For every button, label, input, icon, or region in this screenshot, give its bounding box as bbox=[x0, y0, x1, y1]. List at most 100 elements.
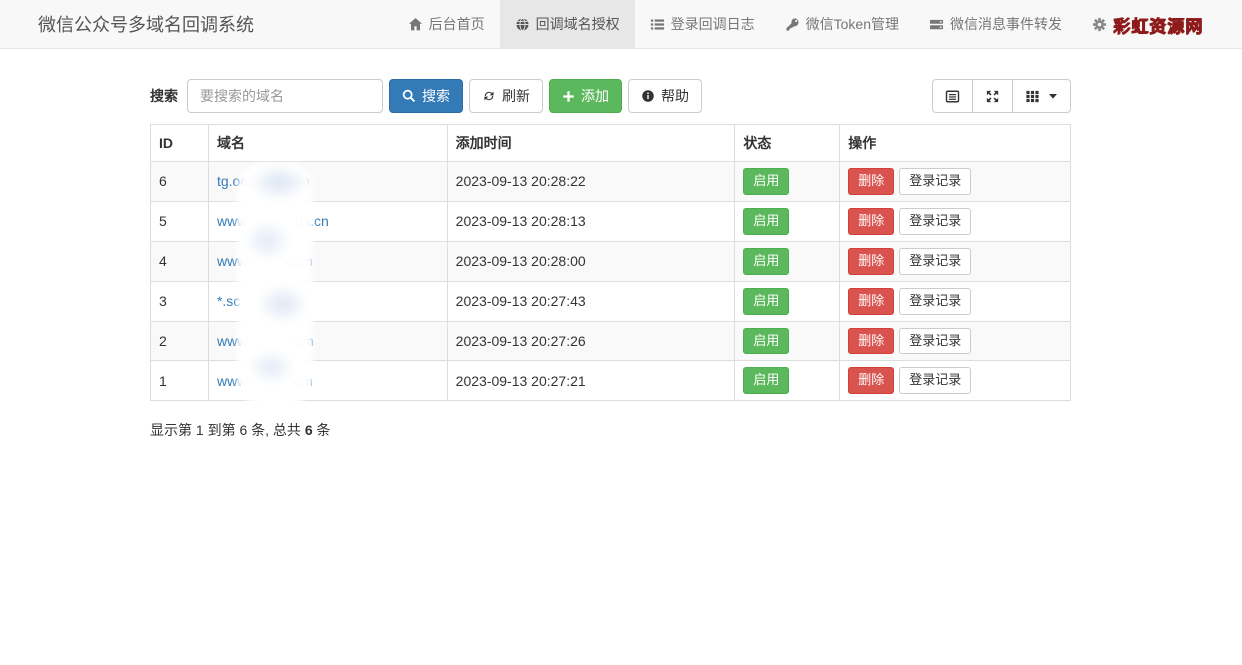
cell-add-time: 2023-09-13 20:28:00 bbox=[447, 241, 735, 281]
domain-visible-prefix: tg.oc bbox=[217, 173, 247, 189]
cell-status: 启用 bbox=[735, 162, 840, 202]
status-enabled-button[interactable]: 启用 bbox=[743, 168, 789, 195]
status-enabled-button[interactable]: 启用 bbox=[743, 208, 789, 235]
domain-link[interactable]: www.om bbox=[217, 373, 313, 389]
gear-icon bbox=[1092, 17, 1107, 32]
cell-domain: wwwcom bbox=[208, 241, 447, 281]
nav-item-message-forward[interactable]: 微信消息事件转发 bbox=[914, 0, 1077, 48]
delete-button[interactable]: 删除 bbox=[848, 248, 894, 275]
domain-visible-prefix: *.sc bbox=[217, 293, 240, 309]
domain-link[interactable]: wwwcom bbox=[217, 253, 313, 269]
login-records-button[interactable]: 登录记录 bbox=[899, 328, 971, 355]
refresh-button[interactable]: 刷新 bbox=[469, 79, 543, 113]
top-navbar: 微信公众号多域名回调系统 后台首页 回调域名授权 bbox=[0, 0, 1242, 49]
pagination-info-text: 显示第 1 到第 6 条, 总共 bbox=[150, 422, 305, 438]
main-nav: 后台首页 回调域名授权 登录回调日志 bbox=[393, 0, 1218, 48]
status-enabled-button[interactable]: 启用 bbox=[743, 248, 789, 275]
cell-id: 2 bbox=[151, 321, 209, 361]
home-icon bbox=[408, 17, 423, 32]
nav-item-callback-domains[interactable]: 回调域名授权 bbox=[500, 0, 635, 48]
cell-id: 4 bbox=[151, 241, 209, 281]
table-header: ID 域名 添加时间 状态 操作 bbox=[151, 125, 1071, 162]
search-label: 搜索 bbox=[150, 86, 178, 106]
status-enabled-button[interactable]: 启用 bbox=[743, 288, 789, 315]
delete-button[interactable]: 删除 bbox=[848, 367, 894, 394]
cell-actions: 删除登录记录 bbox=[840, 241, 1071, 281]
cell-domain: tg.oc com bbox=[208, 162, 447, 202]
table-row: 5 wwwds.cn 2023-09-13 20:28:13 启用 删除登录记录 bbox=[151, 201, 1071, 241]
login-records-button[interactable]: 登录记录 bbox=[899, 208, 971, 235]
table-row: 1www.om2023-09-13 20:27:21启用删除登录记录 bbox=[151, 361, 1071, 401]
cell-actions: 删除登录记录 bbox=[840, 361, 1071, 401]
col-header-status: 状态 bbox=[735, 125, 840, 162]
cell-add-time: 2023-09-13 20:28:13 bbox=[447, 201, 735, 241]
login-records-button[interactable]: 登录记录 bbox=[899, 288, 971, 315]
fullscreen-icon bbox=[985, 89, 1000, 104]
cell-status: 启用 bbox=[735, 201, 840, 241]
pagination-info: 显示第 1 到第 6 条, 总共 6 条 bbox=[150, 420, 1071, 440]
domains-table: ID 域名 添加时间 状态 操作 6tg.occom2023-09-13 20:… bbox=[150, 124, 1071, 401]
login-records-button[interactable]: 登录记录 bbox=[899, 168, 971, 195]
plus-icon bbox=[562, 90, 575, 103]
delete-button[interactable]: 删除 bbox=[848, 168, 894, 195]
login-records-button[interactable]: 登录记录 bbox=[899, 367, 971, 394]
table-row: 4 wwwcom 2023-09-13 20:28:00 启用 删除登录记录 bbox=[151, 241, 1071, 281]
nav-item-home[interactable]: 后台首页 bbox=[393, 0, 500, 48]
login-records-button[interactable]: 登录记录 bbox=[899, 248, 971, 275]
app-title: 微信公众号多域名回调系统 bbox=[0, 0, 254, 48]
cell-id: 5 bbox=[151, 201, 209, 241]
domain-redacted-gap bbox=[247, 262, 286, 263]
col-header-domain: 域名 bbox=[208, 125, 447, 162]
search-input[interactable] bbox=[187, 79, 383, 113]
pagination-toggle-button[interactable] bbox=[932, 79, 973, 113]
status-enabled-button[interactable]: 启用 bbox=[743, 367, 789, 394]
nav-item-settings-watermark[interactable]: 彩虹资源网 bbox=[1077, 0, 1218, 48]
domain-redacted-gap bbox=[247, 342, 294, 343]
add-button[interactable]: 添加 bbox=[549, 79, 622, 113]
nav-item-label: 回调域名授权 bbox=[536, 14, 620, 34]
delete-button[interactable]: 删除 bbox=[848, 208, 894, 235]
nav-item-label: 后台首页 bbox=[429, 14, 485, 34]
table-toolbar: 搜索 搜索 刷新 bbox=[150, 79, 1071, 113]
cell-add-time: 2023-09-13 20:27:43 bbox=[447, 281, 735, 321]
cell-id: 1 bbox=[151, 361, 209, 401]
columns-icon bbox=[1025, 89, 1040, 104]
domain-visible-suffix: com bbox=[286, 253, 312, 269]
cell-domain: wwwom bbox=[208, 321, 447, 361]
cell-domain: www.om bbox=[208, 361, 447, 401]
cell-actions: 删除登录记录 bbox=[840, 162, 1071, 202]
nav-item-token-manage[interactable]: 微信Token管理 bbox=[770, 0, 914, 48]
domain-link[interactable]: *.sc bbox=[217, 293, 240, 309]
content-area: 搜索 搜索 刷新 bbox=[150, 79, 1071, 440]
pagination-toggle-icon bbox=[945, 89, 960, 104]
cell-status: 启用 bbox=[735, 321, 840, 361]
table-row: 6tg.occom2023-09-13 20:28:22启用删除登录记录 bbox=[151, 162, 1071, 202]
domain-link[interactable]: wwwom bbox=[217, 333, 314, 349]
help-button-label: 帮助 bbox=[661, 89, 689, 103]
cell-add-time: 2023-09-13 20:28:22 bbox=[447, 162, 735, 202]
cell-domain: wwwds.cn bbox=[208, 201, 447, 241]
delete-button[interactable]: 删除 bbox=[848, 288, 894, 315]
key-icon bbox=[785, 17, 800, 32]
watermark-text: 彩虹资源网 bbox=[1113, 12, 1203, 37]
delete-button[interactable]: 删除 bbox=[848, 328, 894, 355]
nav-item-label: 微信Token管理 bbox=[806, 14, 899, 34]
search-button-label: 搜索 bbox=[422, 89, 450, 103]
nav-item-label: 登录回调日志 bbox=[671, 14, 755, 34]
server-icon bbox=[929, 17, 944, 32]
domain-link[interactable]: wwwds.cn bbox=[217, 213, 329, 229]
nav-item-login-logs[interactable]: 登录回调日志 bbox=[635, 0, 770, 48]
cell-add-time: 2023-09-13 20:27:26 bbox=[447, 321, 735, 361]
search-icon bbox=[402, 89, 416, 103]
columns-dropdown-button[interactable] bbox=[1012, 79, 1071, 113]
domain-link[interactable]: tg.oc com bbox=[217, 173, 310, 189]
cell-domain: *.sc bbox=[208, 281, 447, 321]
domain-visible-prefix: www bbox=[217, 333, 247, 349]
nav-item-label: 微信消息事件转发 bbox=[950, 14, 1062, 34]
status-enabled-button[interactable]: 启用 bbox=[743, 328, 789, 355]
search-button[interactable]: 搜索 bbox=[389, 79, 463, 113]
help-button[interactable]: 帮助 bbox=[628, 79, 702, 113]
domain-visible-suffix: com bbox=[283, 173, 309, 189]
fullscreen-button[interactable] bbox=[972, 79, 1013, 113]
globe-icon bbox=[515, 17, 530, 32]
